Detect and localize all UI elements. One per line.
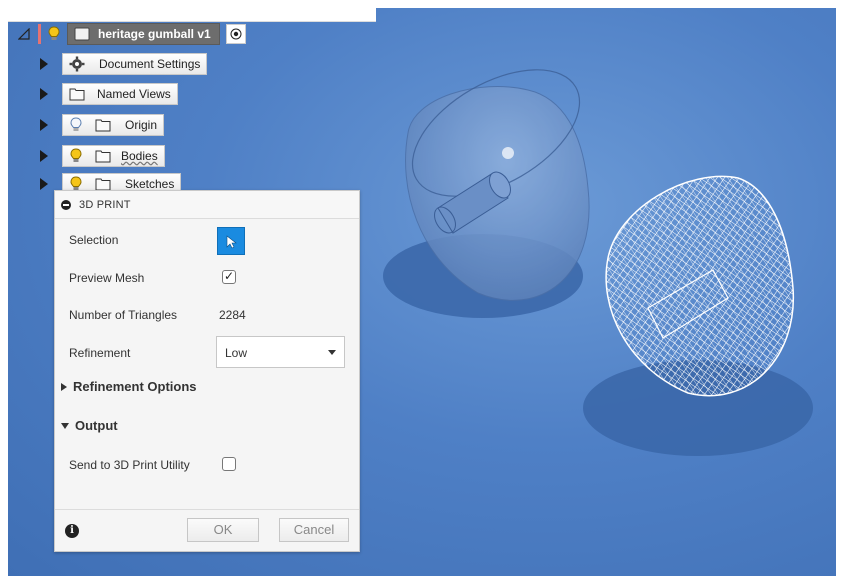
tree-item-label: Document Settings [99,57,201,71]
cancel-button[interactable]: Cancel [279,518,349,542]
expand-arrow-icon[interactable] [40,88,48,100]
info-icon[interactable]: i [65,524,79,538]
named-views-pill[interactable]: Named Views [62,83,178,105]
document-icon [74,27,90,41]
tree-item-label: Bodies [121,149,158,163]
preview-mesh-checkbox[interactable] [222,269,236,284]
bodies-pill[interactable]: Bodies [62,145,165,167]
expand-arrow-icon [61,382,67,391]
ok-button[interactable]: OK [187,518,259,542]
folder-icon [69,87,85,101]
expand-arrow-icon[interactable] [40,58,48,70]
print-dialog: 3D PRINT Selection Preview Mesh Number o… [54,190,360,552]
tree-item-label: Sketches [125,177,175,191]
chevron-down-icon [328,350,336,355]
send-to-print-label: Send to 3D Print Utility [69,458,190,472]
tree-item-document-settings[interactable]: Document Settings [40,52,208,76]
lightbulb-on-icon[interactable] [47,26,61,42]
refinement-label: Refinement [69,346,131,360]
output-label: Output [75,418,118,433]
gear-icon [69,56,85,72]
tree-item-bodies[interactable]: Bodies [40,144,165,168]
refinement-options-label: Refinement Options [73,379,197,394]
folder-icon [95,118,111,132]
mesh-body[interactable] [605,175,795,397]
selection-label: Selection [69,233,119,247]
origin-pill[interactable]: Origin [62,114,165,136]
collapse-dialog-icon[interactable] [61,199,71,210]
lightbulb-off-icon[interactable] [69,117,83,133]
document-settings-pill[interactable]: Document Settings [62,53,208,75]
send-to-print-checkbox[interactable] [222,457,236,471]
preview-mesh-label: Preview Mesh [69,271,145,285]
cursor-arrow-icon [226,235,237,249]
browser-root-row[interactable]: heritage gumball v1 [17,22,246,46]
tree-item-label: Origin [125,118,158,132]
folder-icon [95,149,111,163]
expand-arrow-icon[interactable] [40,178,48,190]
expand-arrow-icon[interactable] [40,150,48,162]
tree-item-origin[interactable]: Origin [40,113,165,137]
tree-item-named-views[interactable]: Named Views [40,82,178,106]
root-label: heritage gumball v1 [98,27,211,41]
refinement-dropdown[interactable]: Low [216,336,345,368]
dialog-title: 3D PRINT [79,198,131,211]
root-component[interactable]: heritage gumball v1 [67,23,220,45]
tree-item-label: Named Views [97,87,171,101]
triangles-label: Number of Triangles [69,308,178,322]
active-marker [38,24,41,44]
output-section[interactable]: Output [61,418,118,433]
activate-radio-icon[interactable] [225,24,246,44]
dialog-footer: i OK Cancel [55,509,359,551]
lightbulb-on-icon[interactable] [69,148,83,164]
refinement-value: Low [225,346,248,360]
collapse-arrow-icon [61,422,69,429]
expand-arrow-icon[interactable] [40,119,48,131]
folder-icon [95,177,111,191]
triangles-value: 2284 [219,308,246,322]
dialog-header[interactable]: 3D PRINT [55,191,359,219]
refinement-options-section[interactable]: Refinement Options [61,379,197,394]
collapse-triangle-icon[interactable] [17,27,30,40]
selection-button[interactable] [217,227,245,255]
